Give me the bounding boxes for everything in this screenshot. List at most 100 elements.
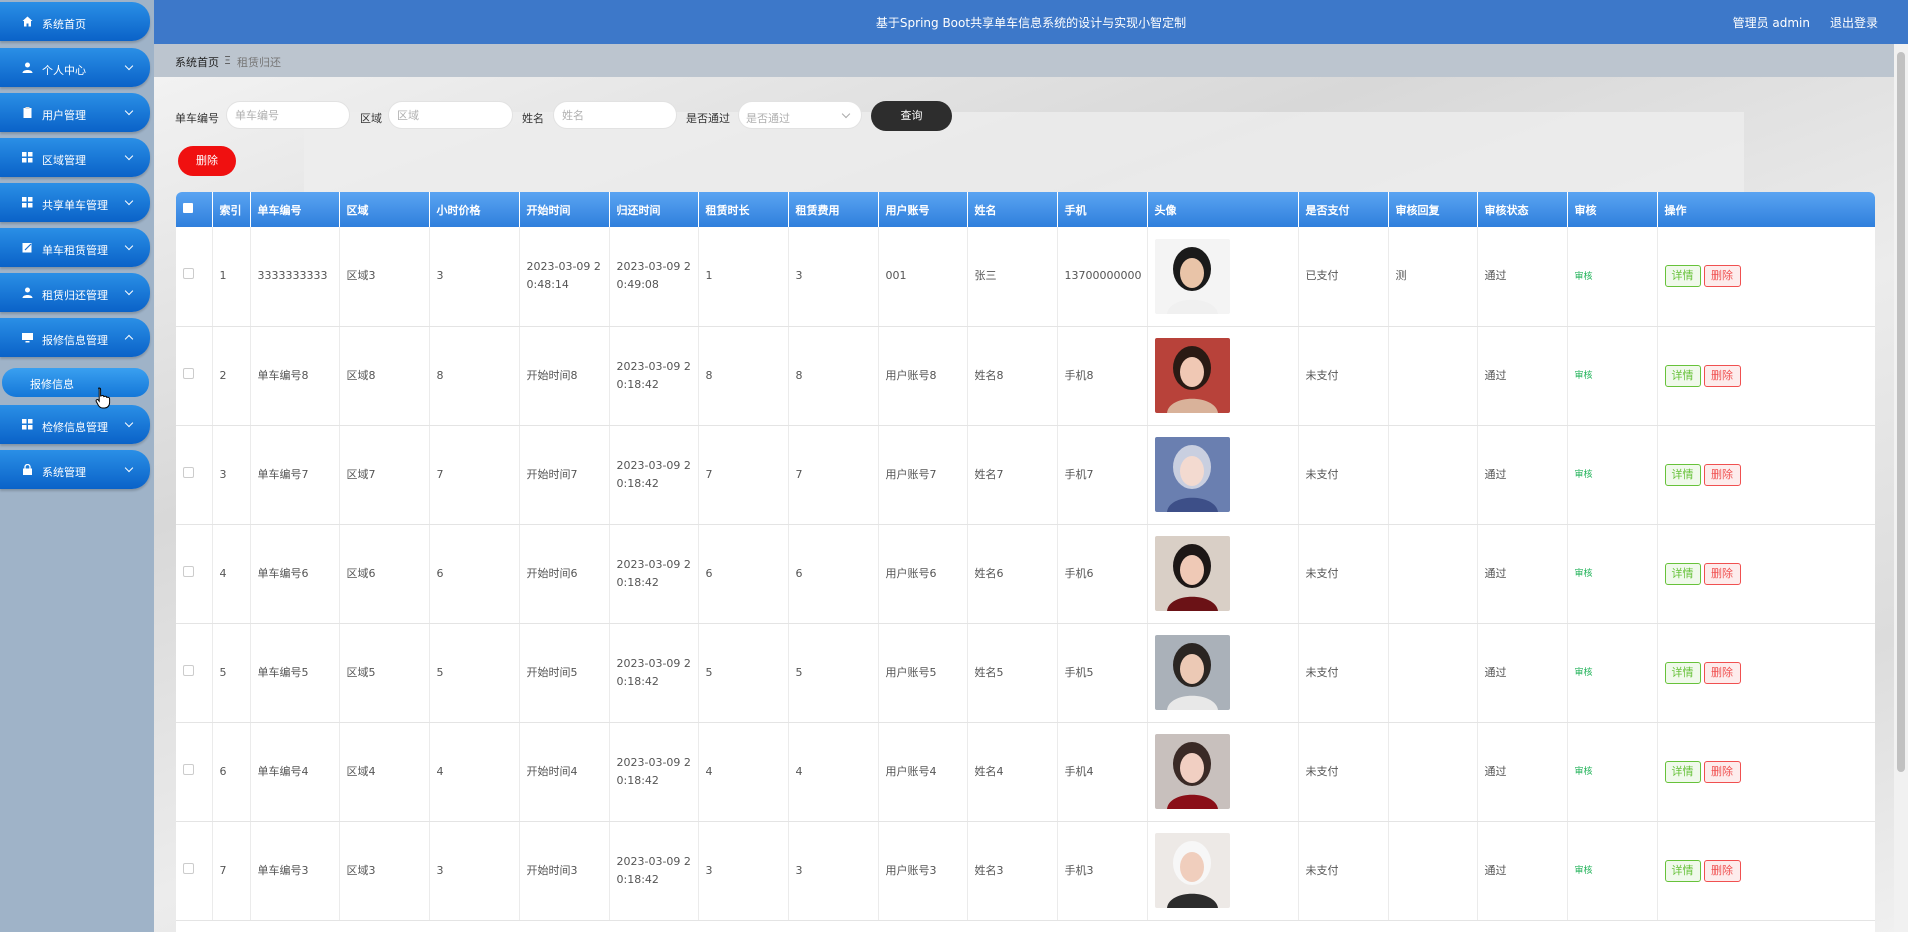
hand-cursor-icon	[95, 387, 111, 412]
detail-button[interactable]: 详情	[1664, 661, 1701, 684]
cell-account: 001	[878, 227, 968, 327]
audit-link[interactable]: 审核	[1575, 569, 1593, 579]
detail-button[interactable]: 详情	[1664, 859, 1701, 882]
delete-button[interactable]: 删除	[1703, 562, 1741, 585]
sidebar-item-rentals[interactable]: 单车租赁管理	[0, 228, 150, 267]
audit-link[interactable]: 审核	[1575, 272, 1593, 282]
cell-status: 通过	[1477, 623, 1568, 723]
cell-duration: 6	[698, 524, 789, 624]
sidebar-item-returns[interactable]: 租赁归还管理	[0, 273, 150, 312]
column-header: 小时价格	[429, 192, 520, 227]
detail-button[interactable]: 详情	[1664, 364, 1701, 387]
cell-start: 开始时间4	[519, 722, 610, 822]
cell-actions: 详情 删除	[1657, 821, 1875, 921]
cell-price: 3	[429, 227, 520, 327]
select-all-checkbox[interactable]	[176, 192, 213, 227]
row-checkbox[interactable]	[176, 227, 213, 327]
cell-paid: 未支付	[1298, 425, 1389, 525]
row-checkbox[interactable]	[176, 524, 213, 624]
breadcrumb-home[interactable]: 系统首页	[175, 54, 219, 70]
cell-index: 3	[212, 425, 251, 525]
delete-button[interactable]: 删除	[1703, 859, 1741, 882]
batch-delete-button[interactable]: 删除	[178, 146, 236, 176]
approved-select[interactable]: 是否通过	[738, 101, 862, 129]
detail-button[interactable]: 详情	[1664, 463, 1701, 486]
cell-account: 用户账号7	[878, 425, 968, 525]
column-header: 开始时间	[519, 192, 610, 227]
area-label: 区域	[360, 112, 382, 125]
row-checkbox[interactable]	[176, 722, 213, 822]
sidebar-item-bikes[interactable]: 共享单车管理	[0, 183, 150, 222]
area-input[interactable]	[388, 101, 513, 129]
chevron-down-icon	[124, 106, 134, 116]
detail-button[interactable]: 详情	[1664, 760, 1701, 783]
cell-paid: 已支付	[1298, 227, 1389, 327]
detail-button[interactable]: 详情	[1664, 265, 1701, 288]
logout-link[interactable]: 退出登录	[1830, 14, 1878, 31]
detail-button[interactable]: 详情	[1664, 562, 1701, 585]
cell-audit: 审核	[1567, 326, 1658, 426]
breadcrumb: 系统首页 Ξ 租赁归还	[154, 44, 1908, 77]
audit-link[interactable]: 审核	[1575, 767, 1593, 777]
sidebar-item-personal[interactable]: 个人中心	[0, 48, 150, 87]
cell-account: 用户账号4	[878, 722, 968, 822]
cell-index: 5	[212, 623, 251, 723]
row-checkbox[interactable]	[176, 821, 213, 921]
cell-reply	[1388, 326, 1478, 426]
audit-link[interactable]: 审核	[1575, 371, 1593, 381]
sidebar-subitem-label: 报修信息	[30, 378, 74, 391]
sidebar-subitem-repair-info[interactable]: 报修信息	[2, 368, 149, 397]
delete-button[interactable]: 删除	[1703, 760, 1741, 783]
cell-fee: 4	[788, 722, 879, 822]
cell-name: 姓名5	[967, 623, 1058, 723]
chevron-down-icon	[124, 286, 134, 296]
cell-area: 区域4	[339, 722, 430, 822]
row-checkbox[interactable]	[176, 425, 213, 525]
bike-no-input[interactable]	[226, 101, 350, 129]
query-button[interactable]: 查询	[871, 101, 952, 131]
name-input[interactable]	[553, 101, 677, 129]
delete-button[interactable]: 删除	[1703, 265, 1741, 288]
sidebar-item-users[interactable]: 用户管理	[0, 93, 150, 132]
scrollbar-thumb[interactable]	[1897, 52, 1905, 772]
page-scrollbar[interactable]	[1894, 44, 1908, 932]
delete-button[interactable]: 删除	[1703, 661, 1741, 684]
cell-phone: 手机7	[1057, 425, 1148, 525]
row-checkbox[interactable]	[176, 326, 213, 426]
cell-index: 1	[212, 227, 251, 327]
audit-link[interactable]: 审核	[1575, 866, 1593, 876]
cell-reply	[1388, 821, 1478, 921]
sidebar-item-repairs[interactable]: 报修信息管理	[0, 318, 150, 357]
cell-phone: 手机4	[1057, 722, 1148, 822]
cell-account: 用户账号8	[878, 326, 968, 426]
cell-status: 通过	[1477, 821, 1568, 921]
cell-start: 开始时间6	[519, 524, 610, 624]
cell-actions: 详情 删除	[1657, 623, 1875, 723]
sidebar-item-inspections[interactable]: 检修信息管理	[0, 405, 150, 444]
avatar	[1154, 734, 1230, 809]
audit-link[interactable]: 审核	[1575, 470, 1593, 480]
sidebar-item-system[interactable]: 系统管理	[0, 450, 150, 489]
sidebar-item-home[interactable]: 系统首页	[0, 2, 150, 41]
cell-price: 5	[429, 623, 520, 723]
delete-button[interactable]: 删除	[1703, 463, 1741, 486]
row-checkbox[interactable]	[176, 623, 213, 723]
grid-icon	[21, 418, 33, 430]
cell-reply: 测	[1388, 227, 1478, 327]
cell-phone: 手机3	[1057, 821, 1148, 921]
sidebar-item-areas[interactable]: 区域管理	[0, 138, 150, 177]
delete-button[interactable]: 删除	[1703, 364, 1741, 387]
column-header: 归还时间	[609, 192, 699, 227]
cell-paid: 未支付	[1298, 821, 1389, 921]
audit-link[interactable]: 审核	[1575, 668, 1593, 678]
cell-actions: 详情 删除	[1657, 425, 1875, 525]
user-icon	[21, 61, 33, 73]
approved-select-value: 是否通过	[746, 112, 790, 125]
table-row: 7 单车编号3 区域3 3 开始时间3 2023-03-09 20:18:42 3 3 用户账号…	[176, 821, 1875, 921]
cell-area: 区域5	[339, 623, 430, 723]
breadcrumb-current: 租赁归还	[237, 56, 281, 69]
cell-paid: 未支付	[1298, 326, 1389, 426]
cell-reply	[1388, 524, 1478, 624]
cell-duration: 7	[698, 425, 789, 525]
approved-label: 是否通过	[686, 112, 730, 125]
